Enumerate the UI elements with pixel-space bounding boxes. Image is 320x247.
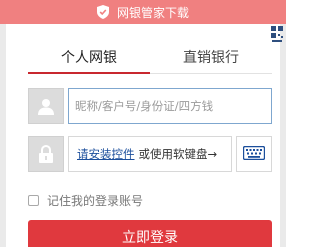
download-banner[interactable]: 网银管家下载 — [0, 0, 286, 24]
password-control-area: 请安装控件 或使用软键盘→ — [68, 136, 232, 172]
tab-direct-banking[interactable]: 直销银行 — [150, 40, 272, 74]
tab-personal-banking[interactable]: 个人网银 — [28, 40, 150, 74]
user-icon — [28, 88, 64, 124]
qr-code-icon[interactable] — [270, 25, 284, 43]
username-input[interactable] — [69, 89, 271, 123]
right-edge — [280, 24, 286, 247]
left-edge — [0, 24, 6, 247]
username-row — [28, 88, 272, 124]
login-tabs: 个人网银 直销银行 — [28, 40, 272, 74]
login-button-label: 立即登录 — [122, 230, 178, 246]
shield-check-icon — [96, 5, 109, 19]
username-field-box — [68, 88, 272, 124]
keyboard-icon — [242, 145, 266, 164]
remember-label[interactable]: 记住我的登录账号 — [47, 192, 143, 209]
soft-keyboard-button[interactable] — [236, 136, 272, 172]
password-row: 请安装控件 或使用软键盘→ — [28, 136, 272, 172]
login-panel: 网银管家下载 个人网银 直销银行 昵称/客户号/身份证/四方钱 请安装控件 或使… — [0, 0, 286, 247]
active-tab-indicator — [28, 72, 150, 74]
remember-checkbox[interactable] — [28, 194, 39, 206]
soft-keyboard-hint[interactable]: 或使用软键盘→ — [139, 146, 218, 162]
remember-account: 记住我的登录账号 — [28, 192, 143, 209]
install-control-link[interactable]: 请安装控件 — [77, 146, 135, 162]
banner-text: 网银管家下载 — [116, 5, 189, 20]
lock-icon — [28, 136, 64, 172]
login-button[interactable]: 立即登录 — [28, 220, 272, 247]
